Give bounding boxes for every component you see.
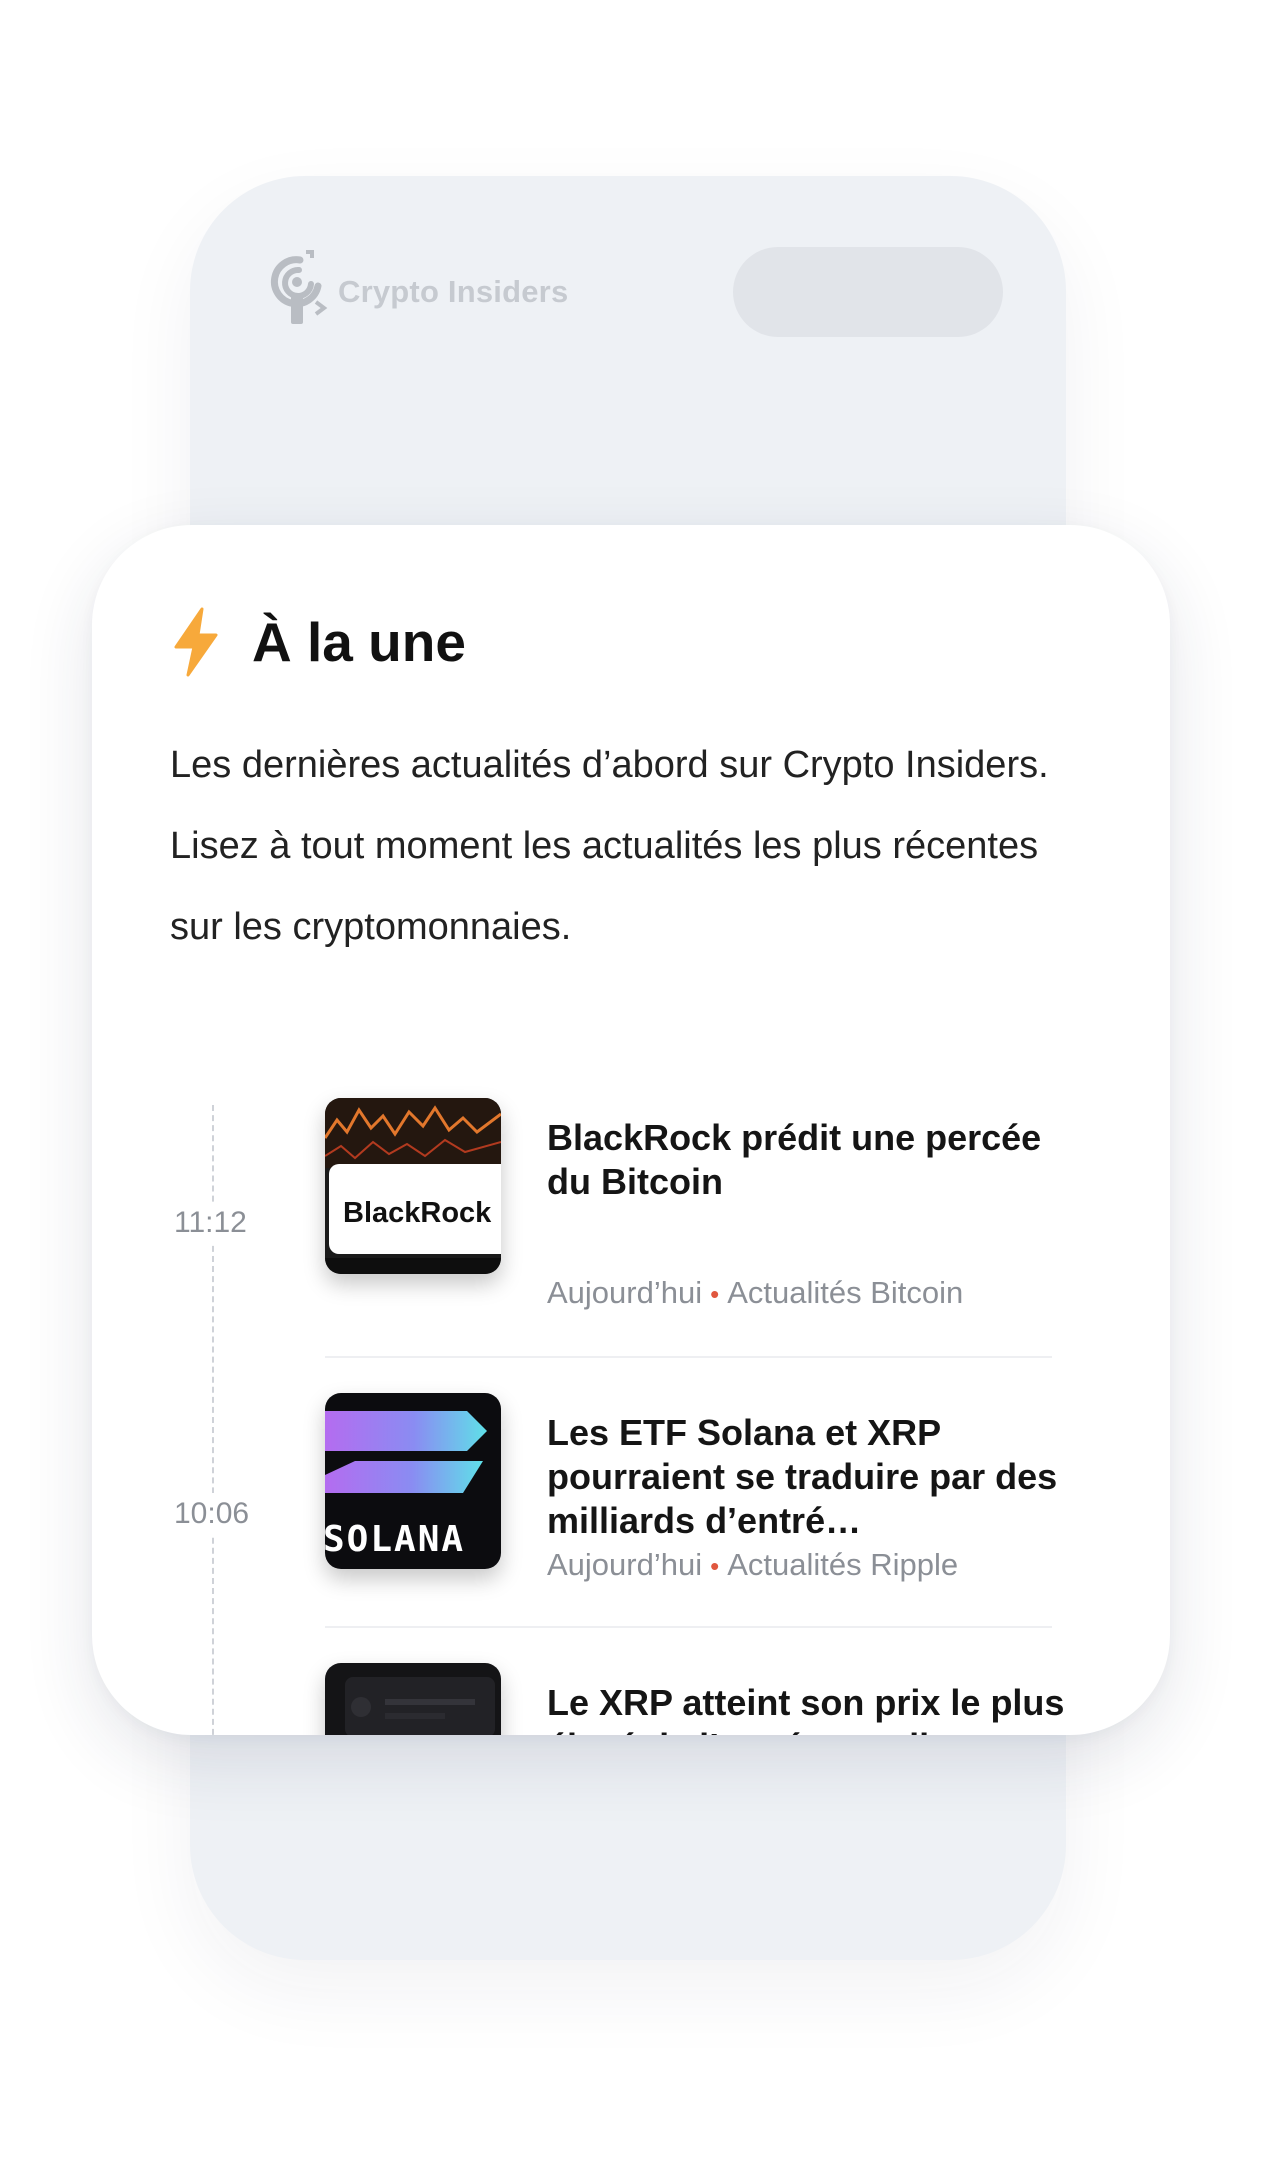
news-time: 10:06 xyxy=(174,1493,250,1535)
news-meta: Aujourd’hui • Actualités Ripple xyxy=(547,1547,958,1583)
news-item[interactable]: 10:06 SOLANA Les ETF Solana et XRP pourr… xyxy=(92,1393,1170,1633)
news-date: Aujourd’hui xyxy=(547,1547,703,1582)
news-thumbnail[interactable] xyxy=(325,1663,501,1735)
news-time: 11:12 xyxy=(174,1202,247,1244)
news-headline[interactable]: Les ETF Solana et XRP pourraient se trad… xyxy=(547,1411,1087,1543)
solana-thumbnail-image: SOLANA xyxy=(325,1393,501,1569)
blackrock-thumbnail-image: BlackRock xyxy=(325,1098,501,1274)
separator-dot-icon: • xyxy=(710,1279,720,1309)
news-category[interactable]: Actualités Bitcoin xyxy=(727,1275,963,1310)
crypto-insiders-logo-icon xyxy=(270,250,328,324)
featured-news-card: À la une Les dernières actualités d’abor… xyxy=(92,525,1170,1735)
news-item[interactable]: Le XRP atteint son prix le plus élevé de… xyxy=(92,1663,1170,1735)
news-headline[interactable]: Le XRP atteint son prix le plus élevé de… xyxy=(547,1681,1087,1735)
section-title: À la une xyxy=(252,611,466,673)
thumbnail-text: BlackRock xyxy=(343,1197,492,1229)
brand-logo[interactable]: Crypto Insiders xyxy=(266,248,568,336)
news-thumbnail[interactable]: BlackRock xyxy=(325,1098,501,1274)
news-divider xyxy=(325,1356,1052,1358)
news-date: Aujourd’hui xyxy=(547,1275,703,1310)
lightning-bolt-icon xyxy=(174,607,218,677)
thumbnail-text: SOLANA xyxy=(325,1519,465,1560)
section-description: Les dernières actualités d’abord sur Cry… xyxy=(170,744,1049,948)
news-category[interactable]: Actualités Ripple xyxy=(727,1547,958,1582)
brand-name: Crypto Insiders xyxy=(338,274,569,309)
news-item[interactable]: 11:12 BlackRock BlackRock prédit une per… xyxy=(92,1098,1170,1338)
separator-dot-icon: • xyxy=(710,1551,720,1581)
news-divider xyxy=(325,1626,1052,1628)
header-pill-placeholder xyxy=(733,247,1003,337)
news-headline[interactable]: BlackRock prédit une percée du Bitcoin xyxy=(547,1116,1087,1204)
news-meta: Aujourd’hui • Actualités Bitcoin xyxy=(547,1275,963,1311)
news-thumbnail[interactable]: SOLANA xyxy=(325,1393,501,1569)
section-header: À la une xyxy=(170,607,466,677)
xrp-thumbnail-image xyxy=(325,1663,501,1735)
